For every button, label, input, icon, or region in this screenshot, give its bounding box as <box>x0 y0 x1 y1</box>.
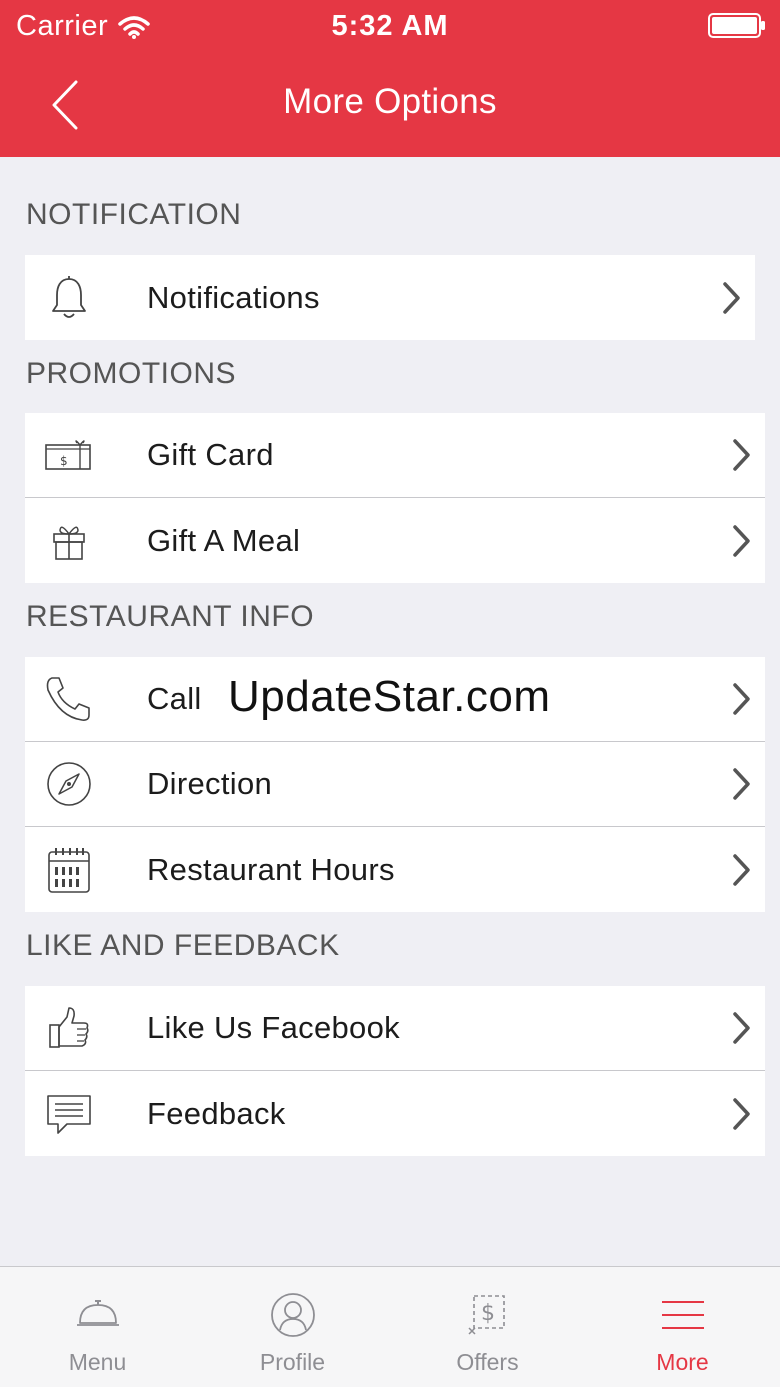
thumbs-up-icon <box>43 1002 95 1054</box>
list-item-label: Gift Card <box>147 437 274 472</box>
list-item-notifications[interactable]: Notifications <box>25 255 755 340</box>
compass-icon <box>43 758 95 810</box>
tab-more[interactable]: More <box>585 1267 780 1387</box>
section-header-promotions: PROMOTIONS <box>26 357 237 390</box>
list-item-label: Gift A Meal <box>147 522 301 558</box>
chevron-right-icon <box>733 1012 750 1044</box>
status-time: 5:32 AM <box>331 10 449 42</box>
list-item-feedback[interactable]: Feedback <box>25 1071 765 1156</box>
section-header-notification: NOTIFICATION <box>26 198 242 231</box>
tab-label: Profile <box>259 1349 326 1375</box>
chevron-right-icon <box>733 683 750 715</box>
section-header-restaurant-info: RESTAURANT INFO <box>26 600 315 633</box>
tab-bar: Menu Profile $ Offers More <box>0 1266 780 1387</box>
chevron-right-icon <box>733 853 750 886</box>
svg-text:$: $ <box>481 1301 495 1326</box>
tab-label: Offers <box>456 1349 519 1375</box>
list-item-gift-card[interactable]: $ Gift Card <box>25 413 765 498</box>
chat-bubble-icon <box>43 1088 95 1140</box>
tab-menu[interactable]: Menu <box>0 1267 195 1387</box>
notification-group: Notifications <box>25 255 755 340</box>
list-item-label: Notifications <box>147 279 320 315</box>
chevron-right-icon <box>733 1097 750 1130</box>
promotions-group: $ Gift Card Gift A Meal <box>25 413 765 583</box>
list-item-label: Direction <box>147 766 273 801</box>
cloche-icon <box>72 1289 124 1341</box>
chevron-right-icon <box>733 524 750 557</box>
hamburger-icon <box>657 1289 709 1341</box>
calendar-icon <box>43 844 95 896</box>
list-item-restaurant-hours[interactable]: Restaurant Hours <box>25 827 765 912</box>
section-header-like-and-feedback: LIKE AND FEEDBACK <box>26 929 340 962</box>
tab-label: More <box>656 1349 709 1375</box>
list-item-label: Call <box>147 681 202 716</box>
chevron-right-icon <box>723 281 740 314</box>
like-feedback-group: Like Us Facebook Feedback <box>25 986 765 1156</box>
gift-box-icon <box>43 515 95 567</box>
watermark-text: UpdateStar.com <box>228 672 551 721</box>
battery-icon <box>708 13 765 38</box>
list-item-label: Feedback <box>147 1095 286 1131</box>
tab-profile[interactable]: Profile <box>195 1267 390 1387</box>
tab-offers[interactable]: $ Offers <box>390 1267 585 1387</box>
tab-label: Menu <box>68 1349 127 1375</box>
bell-icon <box>43 272 95 324</box>
coupon-icon: $ <box>462 1289 514 1341</box>
chevron-right-icon <box>733 439 750 471</box>
list-item-like-us-facebook[interactable]: Like Us Facebook <box>25 986 765 1071</box>
svg-text:$: $ <box>60 454 68 468</box>
list-item-direction[interactable]: Direction <box>25 742 765 827</box>
gift-card-icon: $ <box>43 429 95 481</box>
user-circle-icon <box>267 1289 319 1341</box>
list-item-label: Restaurant Hours <box>147 851 395 887</box>
chevron-right-icon <box>733 768 750 800</box>
page-title: More Options <box>283 82 497 121</box>
top-bar: Carrier 5:32 AM More Options <box>0 0 780 157</box>
phone-icon <box>43 673 95 725</box>
list-item-label: Like Us Facebook <box>147 1010 400 1045</box>
list-item-gift-a-meal[interactable]: Gift A Meal <box>25 498 765 583</box>
